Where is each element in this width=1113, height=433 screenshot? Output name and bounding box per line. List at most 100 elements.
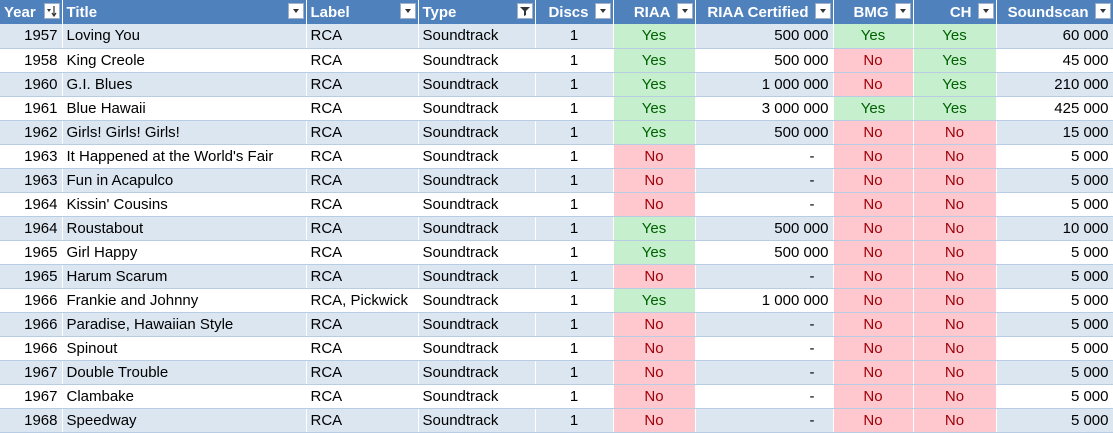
cell-ch[interactable]: No (913, 384, 997, 409)
cell-ch[interactable]: Yes (913, 24, 997, 49)
cell-label[interactable]: RCA (306, 312, 419, 337)
cell-soundscan[interactable]: 5 000 (996, 312, 1113, 337)
cell-discs[interactable]: 1 (535, 384, 614, 409)
cell-riaa-certified[interactable]: 1 000 000 (695, 72, 834, 97)
cell-riaa[interactable]: No (613, 336, 696, 361)
cell-year[interactable]: 1968 (0, 408, 63, 433)
cell-riaa[interactable]: No (613, 360, 696, 385)
cell-title[interactable]: Paradise, Hawaiian Style (62, 312, 307, 337)
cell-year[interactable]: 1966 (0, 288, 63, 313)
cell-bmg[interactable]: No (833, 312, 914, 337)
cell-title[interactable]: Girls! Girls! Girls! (62, 120, 307, 145)
sort-ascending-icon[interactable] (43, 3, 60, 19)
cell-riaa-certified[interactable]: - (695, 192, 834, 217)
cell-discs[interactable]: 1 (535, 168, 614, 193)
cell-title[interactable]: Clambake (62, 384, 307, 409)
cell-riaa[interactable]: No (613, 384, 696, 409)
cell-ch[interactable]: No (913, 336, 997, 361)
cell-type[interactable]: Soundtrack (418, 168, 536, 193)
cell-ch[interactable]: No (913, 216, 997, 241)
cell-soundscan[interactable]: 10 000 (996, 216, 1113, 241)
cell-riaa[interactable]: No (613, 312, 696, 337)
cell-discs[interactable]: 1 (535, 48, 614, 73)
cell-type[interactable]: Soundtrack (418, 240, 536, 265)
cell-title[interactable]: Spinout (62, 336, 307, 361)
cell-ch[interactable]: No (913, 144, 997, 169)
cell-discs[interactable]: 1 (535, 336, 614, 361)
cell-title[interactable]: Kissin' Cousins (62, 192, 307, 217)
cell-ch[interactable]: No (913, 408, 997, 433)
cell-riaa-certified[interactable]: - (695, 264, 834, 289)
cell-bmg[interactable]: No (833, 264, 914, 289)
cell-bmg[interactable]: Yes (833, 24, 914, 49)
cell-riaa-certified[interactable]: 500 000 (695, 216, 834, 241)
cell-type[interactable]: Soundtrack (418, 336, 536, 361)
column-header-title[interactable]: Title (62, 0, 307, 24)
cell-riaa[interactable]: No (613, 192, 696, 217)
cell-riaa[interactable]: Yes (613, 216, 696, 241)
cell-type[interactable]: Soundtrack (418, 216, 536, 241)
cell-label[interactable]: RCA (306, 336, 419, 361)
cell-label[interactable]: RCA (306, 216, 419, 241)
cell-label[interactable]: RCA (306, 144, 419, 169)
cell-type[interactable]: Soundtrack (418, 384, 536, 409)
cell-riaa[interactable]: No (613, 168, 696, 193)
column-header-soundscan[interactable]: Soundscan (996, 0, 1113, 24)
cell-soundscan[interactable]: 45 000 (996, 48, 1113, 73)
cell-soundscan[interactable]: 5 000 (996, 240, 1113, 265)
cell-year[interactable]: 1964 (0, 192, 63, 217)
column-header-riaa-certified[interactable]: RIAA Certified (695, 0, 834, 24)
cell-soundscan[interactable]: 5 000 (996, 288, 1113, 313)
cell-riaa[interactable]: No (613, 144, 696, 169)
cell-ch[interactable]: No (913, 120, 997, 145)
cell-riaa-certified[interactable]: - (695, 168, 834, 193)
cell-type[interactable]: Soundtrack (418, 96, 536, 121)
cell-bmg[interactable]: No (833, 168, 914, 193)
cell-title[interactable]: Blue Hawaii (62, 96, 307, 121)
cell-riaa-certified[interactable]: - (695, 144, 834, 169)
cell-year[interactable]: 1967 (0, 360, 63, 385)
cell-riaa-certified[interactable]: - (695, 336, 834, 361)
cell-type[interactable]: Soundtrack (418, 360, 536, 385)
cell-ch[interactable]: No (913, 264, 997, 289)
cell-label[interactable]: RCA (306, 48, 419, 73)
cell-type[interactable]: Soundtrack (418, 288, 536, 313)
cell-discs[interactable]: 1 (535, 408, 614, 433)
cell-year[interactable]: 1965 (0, 240, 63, 265)
filter-applied-icon[interactable] (516, 3, 533, 19)
column-header-year[interactable]: Year (0, 0, 63, 24)
cell-riaa[interactable]: No (613, 408, 696, 433)
cell-discs[interactable]: 1 (535, 312, 614, 337)
cell-year[interactable]: 1966 (0, 336, 63, 361)
dropdown-arrow-icon[interactable] (399, 3, 416, 19)
cell-type[interactable]: Soundtrack (418, 192, 536, 217)
cell-discs[interactable]: 1 (535, 72, 614, 97)
cell-bmg[interactable]: No (833, 48, 914, 73)
cell-riaa-certified[interactable]: - (695, 360, 834, 385)
cell-discs[interactable]: 1 (535, 360, 614, 385)
cell-bmg[interactable]: No (833, 216, 914, 241)
cell-title[interactable]: G.I. Blues (62, 72, 307, 97)
cell-riaa-certified[interactable]: 500 000 (695, 24, 834, 49)
cell-riaa[interactable]: Yes (613, 72, 696, 97)
cell-riaa-certified[interactable]: 1 000 000 (695, 288, 834, 313)
cell-label[interactable]: RCA (306, 72, 419, 97)
cell-ch[interactable]: Yes (913, 72, 997, 97)
dropdown-arrow-icon[interactable] (676, 3, 693, 19)
cell-bmg[interactable]: Yes (833, 96, 914, 121)
cell-discs[interactable]: 1 (535, 120, 614, 145)
cell-year[interactable]: 1961 (0, 96, 63, 121)
column-header-discs[interactable]: Discs (535, 0, 614, 24)
cell-discs[interactable]: 1 (535, 192, 614, 217)
dropdown-arrow-icon[interactable] (287, 3, 304, 19)
cell-soundscan[interactable]: 5 000 (996, 192, 1113, 217)
cell-year[interactable]: 1957 (0, 24, 63, 49)
cell-discs[interactable]: 1 (535, 24, 614, 49)
cell-label[interactable]: RCA (306, 360, 419, 385)
cell-riaa[interactable]: Yes (613, 48, 696, 73)
cell-bmg[interactable]: No (833, 384, 914, 409)
dropdown-arrow-icon[interactable] (814, 3, 831, 19)
cell-riaa-certified[interactable]: 500 000 (695, 240, 834, 265)
cell-discs[interactable]: 1 (535, 264, 614, 289)
cell-riaa-certified[interactable]: 500 000 (695, 48, 834, 73)
